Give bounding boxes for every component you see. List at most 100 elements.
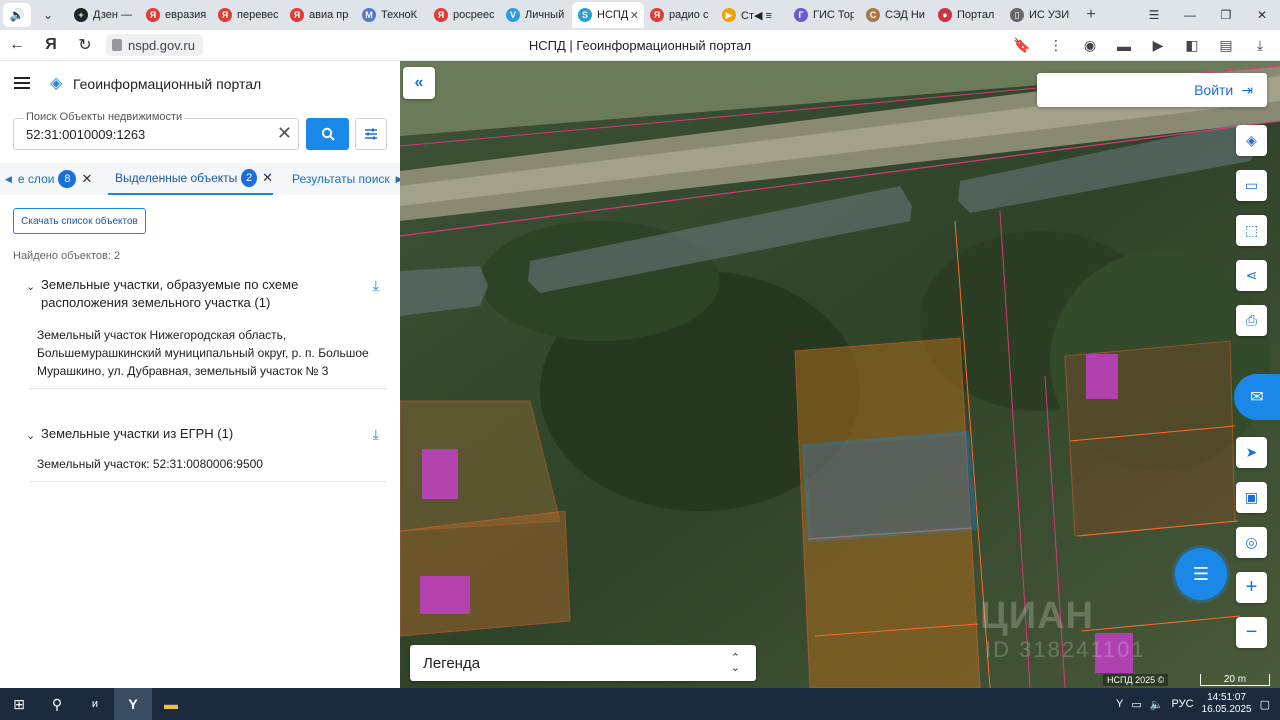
tab-selected-objects[interactable]: Выделенные объекты 2 ✕ — [108, 163, 273, 195]
watermark-id: ID 318241101 — [985, 637, 1146, 662]
yandex-tray-icon[interactable]: Y — [1116, 698, 1123, 710]
print-button[interactable]: ⎙ — [1236, 305, 1267, 336]
browser-tab[interactable]: M ТехноК — [356, 2, 428, 28]
window-controls: ☰ — ❐ ✕ — [1136, 0, 1280, 30]
lock-icon — [112, 39, 122, 51]
volume-icon[interactable]: 🔈 — [1150, 698, 1164, 711]
chevron-down-icon[interactable]: ⌄ — [26, 278, 35, 296]
menu-icon[interactable]: ☰ — [1136, 0, 1172, 30]
list-item[interactable]: Земельный участок: 52:31:0080006:9500 — [29, 449, 387, 482]
url-field[interactable]: nspd.gov.ru — [106, 34, 203, 56]
tab-layers-close-icon[interactable]: ✕ — [81, 171, 92, 187]
keyboard-language[interactable]: РУС — [1172, 698, 1194, 710]
new-tab-button[interactable]: + — [1080, 4, 1102, 26]
file-explorer-icon[interactable]: ▬ — [152, 688, 190, 720]
tab-selected-close-icon[interactable]: ✕ — [262, 170, 273, 186]
browser-tab[interactable]: Яавиа пр — [284, 2, 356, 28]
map-canvas[interactable]: ЦИАН ID 318241101 — [400, 61, 1280, 688]
filter-icon — [365, 128, 377, 140]
chat-button[interactable]: ☰ — [1175, 548, 1227, 600]
browser-tab[interactable]: ● Портал — [932, 2, 1004, 28]
browser-tab[interactable]: Яросреес — [428, 2, 500, 28]
tab-favicon-icon: V — [506, 8, 520, 22]
browser-tab[interactable]: Яевразия — [140, 2, 212, 28]
browser-tab[interactable]: С СЭД Ни — [860, 2, 932, 28]
tab-layers-count: 8 — [58, 170, 77, 188]
group-title: Земельные участки, образуемые по схеме р… — [41, 277, 299, 310]
collections-icon[interactable]: ◧ — [1182, 37, 1202, 54]
group-header[interactable]: ⌄ Земельные участки из ЕГРН (1) ⤓ — [13, 425, 387, 443]
hamburger-menu-icon[interactable] — [14, 77, 30, 89]
yandex-browser-icon[interactable]: Y — [114, 688, 152, 720]
browser-tab[interactable]: + Дзен — — [68, 2, 140, 28]
back-icon[interactable]: ← — [0, 30, 34, 61]
browser-tab[interactable]: Ярадио с — [644, 2, 716, 28]
filter-button[interactable] — [355, 118, 387, 150]
minus-icon: − — [1245, 621, 1258, 643]
search-icon — [321, 127, 335, 141]
share-button[interactable]: ⋖ — [1236, 260, 1267, 291]
notifications-icon[interactable]: ▢ — [1260, 698, 1270, 711]
browser-tab[interactable]: Яперевес — [212, 2, 284, 28]
tabs-dropdown-icon[interactable]: ⌄ — [34, 3, 62, 27]
tab-label: Дзен — — [93, 9, 132, 21]
chevron-down-icon[interactable]: ⌄ — [26, 427, 35, 445]
locate-button[interactable]: ➤ — [1236, 437, 1267, 468]
bookmark-icon[interactable]: 🔖 — [1012, 37, 1032, 54]
browser-tab[interactable]: S НСПД ✕ — [572, 2, 644, 28]
support-icon: ✉ — [1250, 389, 1264, 406]
document-icon[interactable]: ▤ — [1216, 37, 1236, 54]
tab-label: росреес — [453, 9, 494, 21]
zoom-in-button[interactable]: + — [1236, 572, 1267, 603]
reload-icon[interactable]: ↻ — [68, 30, 102, 61]
tab-layers-label: е слои — [17, 172, 55, 186]
browser-tab[interactable]: Г ГИС Тор — [788, 2, 860, 28]
yandex-icon[interactable]: Я — [34, 30, 68, 61]
restore-icon[interactable]: ❐ — [1208, 0, 1244, 30]
close-window-icon[interactable]: ✕ — [1244, 0, 1280, 30]
search-input[interactable]: Поиск Объекты недвижимости 52:31:0010009… — [13, 111, 299, 150]
search-value[interactable]: 52:31:0010009:1263 — [26, 127, 145, 142]
legend-dropdown[interactable]: Легенда ⌃ ⌄ — [410, 645, 756, 681]
geolocation-button[interactable]: ◎ — [1236, 527, 1267, 558]
download-list-button[interactable]: Скачать список объектов — [13, 208, 146, 234]
minimap-button[interactable]: ▣ — [1236, 482, 1267, 513]
tab-layers[interactable]: ◀ е слои 8 ✕ — [5, 163, 92, 195]
clock[interactable]: 14:51:07 16.05.2025 — [1202, 692, 1252, 716]
list-item[interactable]: Земельный участок Нижегородская область,… — [29, 320, 387, 389]
login-button[interactable]: Войти ⇥ — [1037, 73, 1267, 107]
tabs-scroll-left-icon[interactable]: ◀ — [5, 174, 12, 185]
extension-icon-2[interactable]: ▬ — [1114, 38, 1134, 54]
select-area-button[interactable]: ⬚ — [1236, 215, 1267, 246]
windows-start-icon[interactable]: ⊞ — [0, 688, 38, 720]
tab-favicon-icon: Я — [146, 8, 160, 22]
network-icon[interactable]: ▭ — [1131, 698, 1141, 711]
tab-search-results[interactable]: Результаты поиск ▶ — [292, 163, 403, 195]
browser-tab[interactable]: ▶ Ст◀ ≡ — [716, 2, 788, 28]
download-icon[interactable]: ⤓ — [373, 425, 379, 443]
group-header[interactable]: ⌄ Земельные участки, образуемые по схеме… — [13, 276, 387, 312]
support-tab-button[interactable]: ✉ — [1234, 374, 1280, 420]
tab-close-icon[interactable]: ✕ — [630, 9, 639, 22]
measure-button[interactable]: ▭ — [1236, 170, 1267, 201]
tab-favicon-icon: Я — [434, 8, 448, 22]
layers-button[interactable]: ◈ — [1236, 125, 1267, 156]
tab-label: радио с — [669, 9, 709, 21]
minimize-icon[interactable]: — — [1172, 0, 1208, 30]
browser-tab[interactable]: ▯ ИС УЗИ — [1004, 2, 1076, 28]
collapse-panel-button[interactable]: « — [403, 67, 435, 99]
clear-icon[interactable]: ✕ — [277, 124, 292, 142]
browser-tab[interactable]: V Личный — [500, 2, 572, 28]
search-button[interactable] — [306, 118, 349, 150]
download-icon[interactable]: ⤓ — [373, 276, 379, 294]
player-icon[interactable]: ▶ — [1148, 37, 1168, 54]
more-icon[interactable]: ⋮ — [1046, 37, 1066, 54]
search-taskbar-icon[interactable]: ⚲ — [38, 688, 76, 720]
portal-title: Геоинформационный портал — [73, 76, 262, 92]
tab-favicon-icon: M — [362, 8, 376, 22]
downloads-icon[interactable]: ⤓ — [1250, 37, 1270, 54]
zoom-out-button[interactable]: − — [1236, 617, 1267, 648]
app-icon[interactable]: и — [76, 688, 114, 720]
sound-icon[interactable]: 🔊 — [3, 3, 31, 27]
extension-icon[interactable]: ◉ — [1080, 37, 1100, 54]
